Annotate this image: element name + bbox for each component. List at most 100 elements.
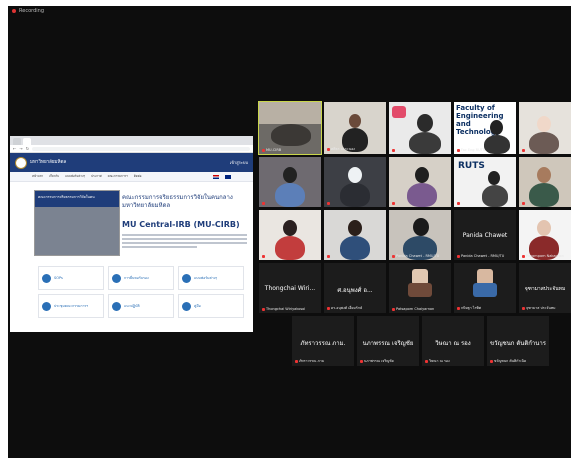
participant-name (327, 202, 331, 205)
participant-name: Panida Chawet - RMU/TU (457, 254, 504, 258)
hero-subtitle: MU Central-IRB (MU-CIRB) (122, 220, 240, 229)
participant-tile[interactable]: ภัทราวรรณ ภาม. ภัทราวรรณ ภาม (292, 316, 354, 366)
participant-label: ขวัญชนก ตันติกำนาร (490, 340, 546, 347)
participant-name: ขวัญชนก ตันติกำเนิด (490, 358, 526, 364)
browser-tab-active[interactable] (23, 138, 31, 145)
mic-muted-icon (522, 202, 525, 205)
mic-muted-icon (425, 359, 428, 363)
forward-arrow-icon[interactable]: → (19, 146, 22, 151)
mic-muted-icon (327, 202, 330, 205)
mic-muted-icon (360, 359, 363, 363)
participant-tile[interactable]: วิษณา ณ รอง วิษณา ณ รอง (422, 316, 484, 366)
participant-tile[interactable]: Payompom Nakachon (519, 210, 571, 260)
participant-tile[interactable] (324, 157, 386, 207)
mic-muted-icon (457, 148, 460, 152)
participant-name (262, 255, 266, 258)
participant-tile[interactable]: นภาพรรณ เจริญชัย นภาพรรณ เจริญชัย (357, 316, 419, 366)
mic-muted-icon (392, 307, 395, 311)
participant-tile[interactable] (324, 210, 386, 260)
service-card[interactable]: SOPs (38, 266, 104, 290)
service-cards: SOPs การยื่นขอรับรอง แบบฟอร์มต่างๆ ประชุ… (10, 262, 253, 322)
service-icon (182, 273, 191, 283)
participant-label: ศ.อนุพงศ์ อ... (337, 287, 373, 294)
participant-tile[interactable]: ศ.อนุพงศ์ อ... ดร.อนุพงศ์ เอี่ยมรักษ์ (324, 263, 386, 313)
participant-name: จุฑามาส ประจันทม (522, 305, 555, 311)
university-logo-icon (15, 156, 27, 169)
participant-tile[interactable] (519, 102, 571, 154)
participant-tile[interactable] (519, 157, 571, 207)
participant-tile[interactable]: กนิษฐา ไรทิศ (454, 263, 516, 313)
participant-label: Thongchai Wiri... (264, 285, 316, 292)
service-card[interactable]: คู่มือ (178, 294, 244, 318)
login-link[interactable]: เข้าสู่ระบบ (230, 159, 248, 166)
url-field[interactable] (32, 146, 250, 151)
participant-tile[interactable]: Faculty of Engineering and Technology Fac … (454, 102, 516, 154)
participant-name: ดร.อนุพงศ์ เอี่ยมรักษ์ (327, 305, 362, 311)
participant-tile[interactable]: ศศิธร ณ ระนอง (324, 102, 386, 154)
participant-name: MU-CIRB (262, 148, 281, 152)
mic-muted-icon (457, 254, 460, 258)
hero-image: คณะกรรมการจริยธรรมการวิจัยในคน (34, 190, 120, 256)
participant-name (457, 202, 461, 205)
reload-icon[interactable]: ↻ (26, 146, 29, 151)
participant-label: นภาพรรณ เจริญชัย (362, 340, 414, 347)
service-icon (42, 273, 51, 283)
participant-tile[interactable]: Thongchai Wiri... Thongchai Wiriyakosol (259, 263, 321, 313)
participant-name (262, 202, 266, 205)
nav-item[interactable]: ประกาศ (91, 174, 102, 179)
participant-tile[interactable]: Paveena (389, 102, 451, 154)
service-icon (112, 301, 121, 311)
recording-label: Recording (19, 8, 45, 14)
mic-muted-icon (457, 306, 460, 310)
browser-tab-strip (10, 136, 253, 145)
service-icon (42, 301, 51, 311)
service-card[interactable]: แบบฟอร์มต่างๆ (178, 266, 244, 290)
participant-tile[interactable] (389, 157, 451, 207)
browser-tab[interactable] (13, 138, 21, 145)
mic-muted-icon (327, 306, 330, 310)
address-bar[interactable]: ← → ↻ (10, 145, 253, 153)
participant-tile[interactable] (259, 210, 321, 260)
back-arrow-icon[interactable]: ← (13, 146, 16, 151)
participant-tile[interactable] (259, 157, 321, 207)
mic-muted-icon (262, 255, 265, 258)
flag-th-icon[interactable] (213, 174, 219, 179)
mic-muted-icon (262, 307, 265, 311)
service-icon (182, 301, 191, 311)
service-card[interactable]: ประชุมคณะกรรมการฯ (38, 294, 104, 318)
mic-muted-icon (392, 254, 395, 258)
participant-tile[interactable]: จุฑามาสประจันทม จุฑามาส ประจันทม (519, 263, 571, 313)
mic-muted-icon (262, 148, 265, 152)
participant-name: Thongchai Wiriyakosol (262, 307, 305, 311)
participant-tile[interactable]: RUTS (454, 157, 516, 207)
mic-muted-icon (295, 359, 298, 363)
participant-name: Panida Chawet - RMU/TU (392, 254, 439, 258)
mic-muted-icon (457, 202, 460, 205)
mic-muted-icon (392, 148, 395, 152)
flag-en-icon[interactable] (225, 174, 231, 179)
nav-item[interactable]: หน้าแรก (32, 174, 43, 179)
nav-item[interactable]: ติดต่อ (134, 174, 142, 179)
recording-dot-icon (12, 9, 16, 13)
participant-name: ภัทราวรรณ ภาม (295, 358, 324, 364)
mic-muted-icon (327, 255, 330, 258)
service-card[interactable]: แนวปฏิบัติ (108, 294, 174, 318)
nav-item[interactable]: แบบฟอร์มต่างๆ (65, 174, 85, 179)
nav-item[interactable]: เกี่ยวกับ (49, 174, 59, 179)
service-card[interactable]: การยื่นขอรับรอง (108, 266, 174, 290)
participant-name (522, 149, 526, 152)
participant-tile[interactable]: Panida Chawet Panida Chawet - RMU/TU (454, 210, 516, 260)
participant-name: นภาพรรณ เจริญชัย (360, 358, 394, 364)
hero-title: คณะกรรมการจริยธรรมการวิจัยในคนกลาง มหาวิ… (122, 194, 233, 209)
hero-banner: คณะกรรมการจริยธรรมการวิจัยในคน (35, 191, 119, 207)
mic-muted-icon (522, 254, 525, 258)
nav-item[interactable]: คณะกรรมการฯ (108, 174, 128, 179)
participant-name: Patsapom Chaiyarnon (392, 307, 434, 311)
participant-name (327, 255, 331, 258)
participant-name: ศศิธร ณ ระนอง (327, 146, 355, 152)
participant-tile[interactable]: ขวัญชนก ตันติกำนาร ขวัญชนก ตันติกำเนิด (487, 316, 549, 366)
participant-tile[interactable]: Patsapom Chaiyarnon (389, 263, 451, 313)
participant-name: Fac Eng RUTS (457, 148, 485, 152)
participant-tile[interactable]: MU-CIRB (258, 101, 322, 155)
participant-tile[interactable]: Panida Chawet - RMU/TU (389, 210, 451, 260)
